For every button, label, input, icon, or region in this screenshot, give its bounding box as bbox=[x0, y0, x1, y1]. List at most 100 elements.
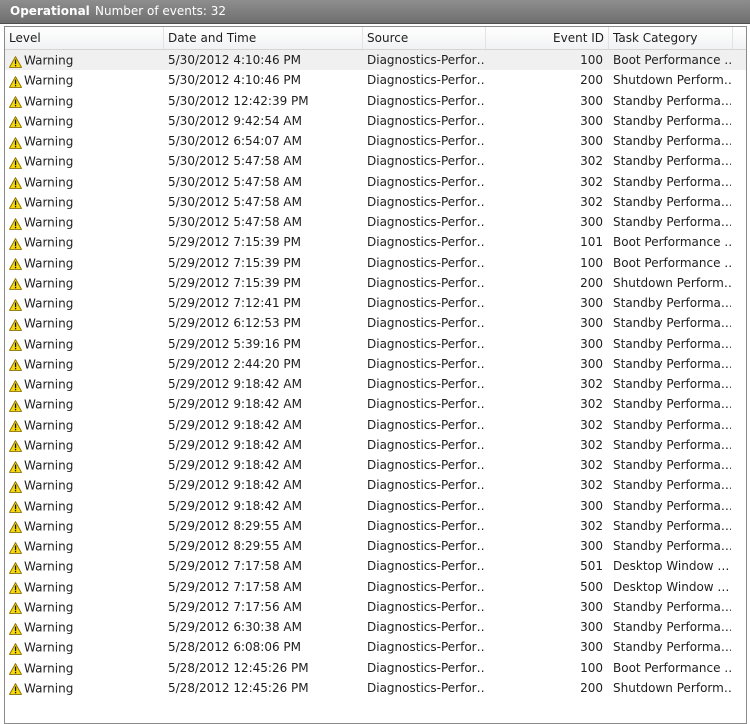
table-row[interactable]: Warning 5/30/2012 5:47:58 AM Diagnostics-P… bbox=[5, 151, 746, 171]
table-row[interactable]: Warning 5/29/2012 6:12:53 PM Diagnostics-P… bbox=[5, 313, 746, 333]
table-row[interactable]: Warning 5/30/2012 4:10:46 PM Diagnostics-P… bbox=[5, 70, 746, 90]
table-row[interactable]: Warning 5/29/2012 9:18:42 AM Diagnostics-P… bbox=[5, 374, 746, 394]
source-cell: Diagnostics-Perfor… bbox=[367, 620, 485, 634]
level-text: Warning bbox=[24, 397, 74, 412]
event-id-cell: 300 bbox=[580, 316, 603, 331]
table-row[interactable]: Warning 5/29/2012 9:18:42 AM Diagnostics-P… bbox=[5, 435, 746, 455]
source-cell: Diagnostics-Perfor… bbox=[367, 356, 485, 371]
warning-icon bbox=[9, 297, 22, 311]
date-time-cell: 5/29/2012 7:15:39 PM bbox=[168, 275, 302, 290]
log-name: Operational bbox=[10, 4, 90, 18]
table-row[interactable]: Warning 5/29/2012 5:39:16 PM Diagnostics-P… bbox=[5, 334, 746, 354]
table-row[interactable]: Warning 5/29/2012 7:17:58 AM Diagnostics-P… bbox=[5, 556, 746, 576]
task-category-cell: Standby Performa… bbox=[613, 194, 731, 209]
table-row[interactable]: Warning 5/28/2012 12:45:26 PM Diagnostics-… bbox=[5, 678, 746, 698]
level-text: Warning bbox=[24, 640, 74, 655]
source-cell: Diagnostics-Perfor… bbox=[367, 53, 485, 67]
table-row[interactable]: Warning 5/30/2012 5:47:58 AM Diagnostics-P… bbox=[5, 192, 746, 212]
table-row[interactable]: Warning 5/29/2012 8:29:55 AM Diagnostics-P… bbox=[5, 516, 746, 536]
table-row[interactable]: Warning 5/30/2012 4:10:46 PM Diagnostics-P… bbox=[5, 50, 746, 71]
task-category-cell: Standby Performa… bbox=[613, 377, 731, 391]
source-cell: Diagnostics-Perfor… bbox=[367, 640, 485, 655]
event-rows: Warning 5/30/2012 4:10:46 PM Diagnostics-P… bbox=[5, 50, 746, 698]
table-row[interactable]: Warning 5/29/2012 7:12:41 PM Diagnostics-P… bbox=[5, 293, 746, 313]
level-cell: Warning bbox=[9, 111, 159, 131]
table-row[interactable]: Warning 5/29/2012 6:30:38 AM Diagnostics-P… bbox=[5, 617, 746, 637]
event-id-cell: 300 bbox=[580, 599, 603, 614]
source-cell: Diagnostics-Perfor… bbox=[367, 275, 485, 290]
source-cell: Diagnostics-Perfor… bbox=[367, 518, 485, 533]
task-category-cell: Standby Performa… bbox=[613, 316, 731, 331]
table-row[interactable]: Warning 5/29/2012 7:15:39 PM Diagnostics-P… bbox=[5, 273, 746, 293]
warning-icon bbox=[9, 600, 22, 615]
column-header-source[interactable]: Source bbox=[363, 27, 486, 49]
warning-icon bbox=[9, 135, 22, 149]
level-cell: Warning bbox=[9, 50, 159, 70]
date-time-cell: 5/30/2012 12:42:39 PM bbox=[168, 93, 309, 108]
task-category-cell: Standby Performa… bbox=[613, 336, 731, 351]
event-count: Number of events: 32 bbox=[95, 4, 226, 18]
table-row[interactable]: Warning 5/30/2012 6:54:07 AM Diagnostics-P… bbox=[5, 131, 746, 151]
level-cell: Warning bbox=[9, 91, 159, 111]
column-header-event-id[interactable]: Event ID bbox=[486, 27, 609, 49]
table-row[interactable]: Warning 5/29/2012 7:17:56 AM Diagnostics-P… bbox=[5, 597, 746, 617]
task-category-cell: Boot Performance … bbox=[613, 53, 731, 67]
level-cell: Warning bbox=[9, 232, 159, 252]
table-row[interactable]: Warning 5/30/2012 5:47:58 AM Diagnostics-P… bbox=[5, 212, 746, 232]
table-row[interactable]: Warning 5/30/2012 12:42:39 PM Diagnostics-… bbox=[5, 91, 746, 111]
table-row[interactable]: Warning 5/29/2012 9:18:42 AM Diagnostics-P… bbox=[5, 475, 746, 495]
table-row[interactable]: Warning 5/29/2012 7:15:39 PM Diagnostics-P… bbox=[5, 232, 746, 252]
warning-icon bbox=[9, 94, 22, 108]
event-id-cell: 100 bbox=[580, 660, 603, 675]
event-id-cell: 300 bbox=[580, 134, 603, 148]
level-cell: Warning bbox=[9, 597, 159, 617]
event-id-cell: 101 bbox=[580, 235, 603, 250]
date-time-cell: 5/29/2012 2:44:20 PM bbox=[168, 356, 302, 371]
task-category-cell: Standby Performa… bbox=[613, 356, 731, 371]
table-row[interactable]: Warning 5/29/2012 2:44:20 PM Diagnostics-P… bbox=[5, 354, 746, 374]
source-cell: Diagnostics-Perfor… bbox=[367, 539, 485, 553]
column-header-date-time[interactable]: Date and Time bbox=[164, 27, 363, 49]
source-cell: Diagnostics-Perfor… bbox=[367, 599, 485, 614]
task-category-cell: Standby Performa… bbox=[613, 215, 731, 229]
date-time-cell: 5/29/2012 5:39:16 PM bbox=[168, 336, 302, 351]
table-row[interactable]: Warning 5/29/2012 8:29:55 AM Diagnostics-P… bbox=[5, 536, 746, 556]
warning-icon bbox=[9, 236, 22, 250]
level-text: Warning bbox=[24, 499, 74, 513]
event-id-cell: 300 bbox=[580, 215, 603, 229]
task-category-cell: Standby Performa… bbox=[613, 539, 731, 553]
table-row[interactable]: Warning 5/28/2012 6:08:06 PM Diagnostics-P… bbox=[5, 637, 746, 657]
task-category-cell: Shutdown Perform… bbox=[613, 680, 731, 695]
level-cell: Warning bbox=[9, 131, 159, 151]
source-cell: Diagnostics-Perfor… bbox=[367, 579, 485, 594]
table-row[interactable]: Warning 5/29/2012 7:15:39 PM Diagnostics-P… bbox=[5, 253, 746, 273]
source-cell: Diagnostics-Perfor… bbox=[367, 478, 485, 493]
date-time-cell: 5/28/2012 12:45:26 PM bbox=[168, 660, 309, 675]
table-row[interactable]: Warning 5/30/2012 9:42:54 AM Diagnostics-P… bbox=[5, 111, 746, 131]
event-id-cell: 300 bbox=[580, 113, 603, 128]
level-cell: Warning bbox=[9, 577, 159, 597]
table-row[interactable]: Warning 5/29/2012 9:18:42 AM Diagnostics-P… bbox=[5, 496, 746, 516]
date-time-cell: 5/29/2012 7:17:58 AM bbox=[168, 559, 302, 574]
column-header-level[interactable]: Level bbox=[5, 27, 164, 49]
event-list[interactable]: Level Date and Time Source Event ID Task… bbox=[4, 26, 747, 724]
date-time-cell: 5/30/2012 4:10:46 PM bbox=[168, 53, 302, 67]
table-row[interactable]: Warning 5/29/2012 9:18:42 AM Diagnostics-P… bbox=[5, 394, 746, 414]
table-row[interactable]: Warning 5/29/2012 7:17:58 AM Diagnostics-P… bbox=[5, 577, 746, 597]
table-row[interactable]: Warning 5/29/2012 9:18:42 AM Diagnostics-P… bbox=[5, 415, 746, 435]
table-row[interactable]: Warning 5/30/2012 5:47:58 AM Diagnostics-P… bbox=[5, 172, 746, 192]
level-text: Warning bbox=[24, 195, 74, 210]
task-category-cell: Standby Performa… bbox=[613, 93, 731, 108]
date-time-cell: 5/30/2012 5:47:58 AM bbox=[168, 194, 302, 209]
warning-icon bbox=[9, 459, 22, 473]
column-header-task-category[interactable]: Task Category bbox=[609, 27, 733, 49]
level-cell: Warning bbox=[9, 536, 159, 556]
date-time-cell: 5/29/2012 9:18:42 AM bbox=[168, 458, 302, 472]
warning-icon bbox=[9, 54, 22, 68]
table-row[interactable]: Warning 5/28/2012 12:45:26 PM Diagnostics-… bbox=[5, 658, 746, 678]
event-id-cell: 302 bbox=[580, 174, 603, 189]
task-category-cell: Desktop Window … bbox=[613, 579, 730, 594]
level-cell: Warning bbox=[9, 394, 159, 414]
table-row[interactable]: Warning 5/29/2012 9:18:42 AM Diagnostics-P… bbox=[5, 455, 746, 475]
event-id-cell: 100 bbox=[580, 53, 603, 67]
